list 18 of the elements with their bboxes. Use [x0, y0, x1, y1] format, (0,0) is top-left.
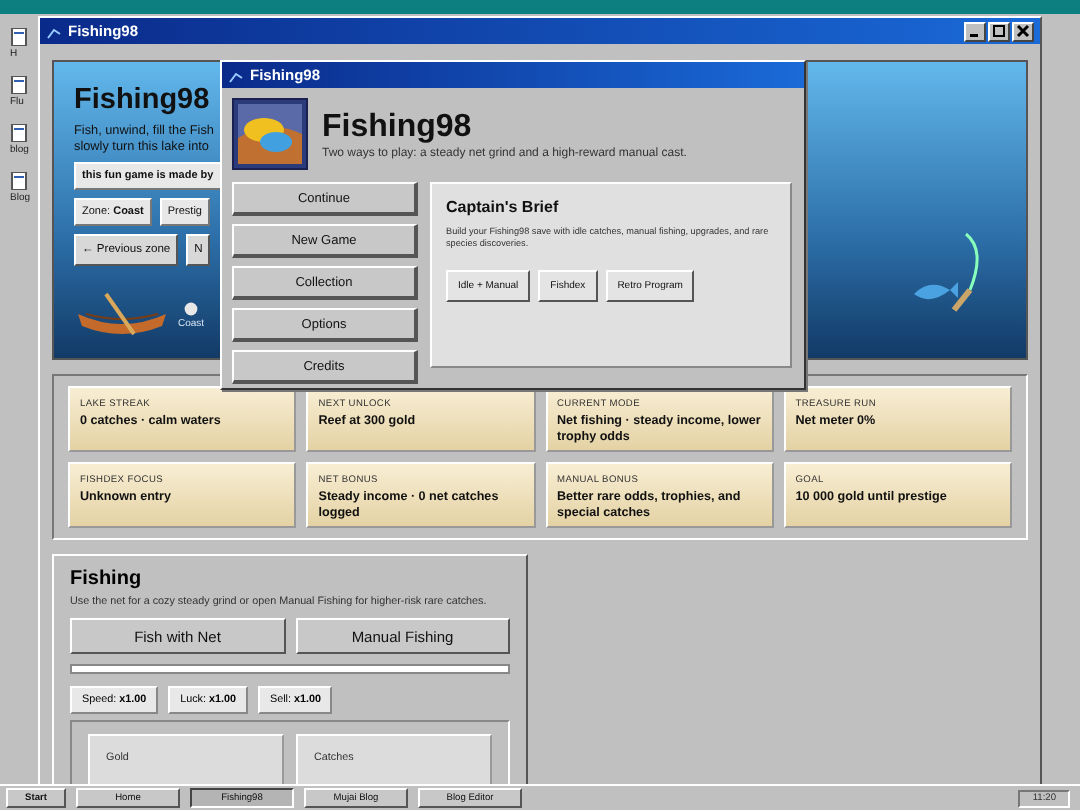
- game-logo-icon: [232, 98, 308, 170]
- maximize-icon: [990, 22, 1008, 40]
- hero-title: Fishing98: [74, 84, 212, 116]
- close-icon: [1014, 22, 1032, 40]
- document-icon: [10, 76, 28, 94]
- app-icon: [46, 23, 62, 39]
- minimize-button[interactable]: [964, 21, 986, 41]
- close-button[interactable]: [1012, 21, 1034, 41]
- app-icon: [228, 67, 244, 83]
- document-icon: [10, 28, 28, 46]
- panel-title: Fishing: [70, 568, 144, 591]
- brief-title: Captain's Brief: [446, 198, 561, 216]
- document-icon: [10, 124, 28, 142]
- canoe-drawing: [74, 290, 170, 338]
- buoy-icon: [184, 302, 199, 316]
- maximize-button[interactable]: [988, 21, 1010, 41]
- document-icon: [10, 172, 28, 190]
- dialog-heading: Fishing98: [322, 109, 474, 145]
